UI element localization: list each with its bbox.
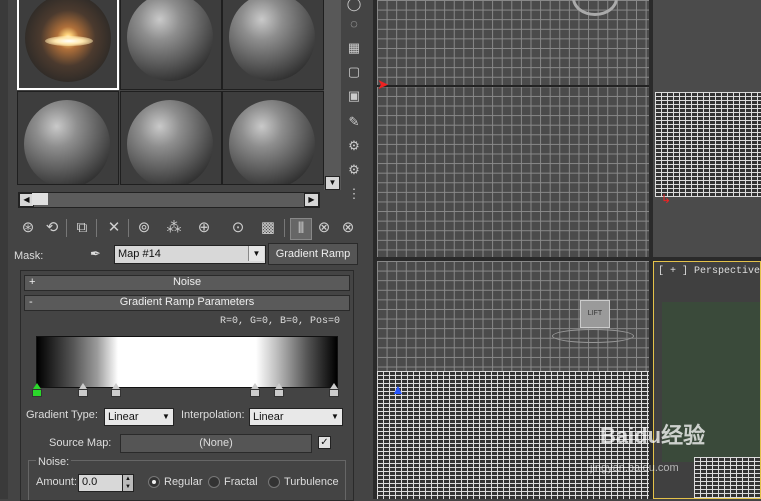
- map-name-text: Map #14: [118, 248, 161, 260]
- sphere-preview: [229, 0, 315, 81]
- mask-label: Mask:: [14, 250, 44, 262]
- front-viewport[interactable]: ↳: [653, 0, 761, 257]
- material-navigator-icon[interactable]: ⋮: [346, 186, 362, 202]
- toolbar-separator: [284, 219, 285, 237]
- checker-bg-icon[interactable]: ▦: [346, 40, 362, 56]
- material-slot-6[interactable]: [222, 91, 324, 185]
- material-toolbar: ⊛ ⟲ ⧉ ✕ ⊚ ⁂ ⊕ ⊙ ▩ ⫴ ⊗ ⊗: [16, 215, 360, 240]
- amount-label: Amount:: [36, 476, 77, 488]
- toolbar-separator: [66, 219, 67, 237]
- glow-flare: [45, 36, 93, 46]
- put-to-library-icon[interactable]: ⊕: [194, 218, 214, 238]
- options-icon[interactable]: ⚙: [346, 138, 362, 154]
- gradient-params-rollout-header[interactable]: - Gradient Ramp Parameters: [24, 295, 350, 311]
- mesh-object: [694, 457, 760, 498]
- interpolation-label: Interpolation:: [181, 409, 245, 421]
- noise-turbulence-label: Turbulence: [284, 476, 339, 488]
- material-id-icon[interactable]: ⊙: [228, 218, 248, 238]
- material-slot-5[interactable]: [120, 91, 222, 185]
- slot-vertical-scrollbar[interactable]: ▼: [324, 0, 341, 190]
- amount-value: 0.0: [82, 476, 98, 488]
- sphere-preview: [24, 100, 110, 184]
- toolbar-separator: [96, 219, 97, 237]
- show-end-result-icon[interactable]: ⫴: [290, 218, 312, 240]
- toolbar-separator: [128, 219, 129, 237]
- material-slot-3[interactable]: [222, 0, 324, 90]
- go-to-parent-icon[interactable]: ⊗: [314, 218, 334, 238]
- mesh-object: [655, 92, 761, 197]
- source-map-checkbox[interactable]: ✓: [318, 436, 331, 449]
- chevron-down-icon: ▼: [331, 412, 339, 421]
- scroll-thumb[interactable]: [32, 193, 48, 205]
- ramp-flag-base[interactable]: [250, 389, 260, 397]
- source-map-button[interactable]: (None): [120, 434, 312, 453]
- ramp-flag-base[interactable]: [111, 389, 121, 397]
- ramp-flag-base[interactable]: [78, 389, 88, 397]
- map-name-field[interactable]: Map #14: [114, 245, 266, 264]
- ramp-flag-selected-base[interactable]: [32, 389, 42, 397]
- axis-gizmo-icon: ↳: [661, 192, 672, 206]
- noise-fractal-radio[interactable]: [208, 476, 220, 488]
- rollout-title: Gradient Ramp Parameters: [119, 296, 255, 308]
- gradient-type-value: Linear: [108, 411, 139, 423]
- noise-fractal-label: Fractal: [224, 476, 258, 488]
- noise-regular-label: Regular: [164, 476, 203, 488]
- top-viewport[interactable]: ➤: [377, 0, 649, 257]
- noise-regular-radio[interactable]: [148, 476, 160, 488]
- source-map-label: Source Map:: [49, 437, 112, 449]
- get-material-icon[interactable]: ⊛: [18, 218, 38, 238]
- show-in-viewport-icon[interactable]: ▩: [258, 218, 278, 238]
- video-color-icon[interactable]: ▣: [346, 88, 362, 104]
- interpolation-value: Linear: [253, 411, 284, 423]
- ramp-flag-base[interactable]: [329, 389, 339, 397]
- watermark-url: jingyan.baidu.com: [590, 462, 679, 474]
- object-outline: [572, 0, 618, 16]
- noise-rollout-header[interactable]: + Noise: [24, 275, 350, 291]
- amount-spinner[interactable]: ▲ ▼: [122, 474, 134, 492]
- make-copy-icon[interactable]: ⊚: [134, 218, 154, 238]
- map-type-button[interactable]: Gradient Ramp: [268, 243, 358, 265]
- axis-line: [377, 85, 649, 87]
- assign-material-icon[interactable]: ⧉: [72, 218, 92, 238]
- rollout-title: Noise: [172, 276, 202, 288]
- map-name-dropdown-arrow[interactable]: ▼: [248, 246, 264, 261]
- amount-input[interactable]: 0.0: [78, 474, 124, 492]
- go-forward-sibling-icon[interactable]: ⊗: [338, 218, 358, 238]
- sphere-preview: [127, 0, 213, 81]
- perspective-viewport-label[interactable]: [ + ] Perspective: [658, 266, 760, 277]
- sphere-preview: [127, 100, 213, 184]
- put-to-scene-icon[interactable]: ⟲: [42, 218, 62, 238]
- material-slot-2[interactable]: [120, 0, 222, 90]
- side-toolbar: ◯ ◌ ▦ ▢ ▣ ✎ ⚙ ⚙ ⋮: [342, 0, 372, 210]
- watermark: Baidu经验: [600, 423, 706, 448]
- eyedropper-icon[interactable]: ✒: [90, 246, 106, 262]
- slot-horizontal-scrollbar[interactable]: ◀ ▶: [18, 192, 320, 208]
- scroll-down-button[interactable]: ▼: [325, 176, 340, 190]
- select-by-material-icon[interactable]: ⚙: [346, 162, 362, 178]
- scroll-right-button[interactable]: ▶: [304, 193, 319, 207]
- lift-object[interactable]: LIFT: [580, 300, 610, 328]
- make-unique-icon[interactable]: ⁂: [164, 218, 184, 238]
- axis-gizmo-icon: ▲: [391, 381, 405, 397]
- rgb-position-readout: R=0, G=0, B=0, Pos=0: [220, 316, 341, 327]
- axis-gizmo-icon: ➤: [377, 76, 389, 92]
- backlight-icon[interactable]: ◌: [346, 16, 362, 32]
- object-base-outline: [552, 329, 634, 343]
- material-slot-4[interactable]: [17, 91, 119, 185]
- noise-turbulence-radio[interactable]: [268, 476, 280, 488]
- material-slot-1[interactable]: [17, 0, 119, 90]
- sample-uv-icon[interactable]: ▢: [346, 64, 362, 80]
- gradient-type-dropdown[interactable]: Linear ▼: [104, 408, 174, 426]
- noise-group-label: Noise:: [36, 456, 72, 468]
- reset-map-icon[interactable]: ✕: [104, 218, 124, 238]
- ramp-flag-base[interactable]: [274, 389, 284, 397]
- interpolation-dropdown[interactable]: Linear ▼: [249, 408, 343, 426]
- sphere-preview: [229, 100, 315, 184]
- chevron-down-icon: ▼: [162, 412, 170, 421]
- panel-edge: [0, 0, 8, 499]
- gradient-type-label: Gradient Type:: [26, 409, 98, 421]
- make-preview-icon[interactable]: ✎: [346, 114, 362, 130]
- sample-type-icon[interactable]: ◯: [346, 0, 362, 12]
- gradient-ramp-preview[interactable]: [36, 336, 338, 388]
